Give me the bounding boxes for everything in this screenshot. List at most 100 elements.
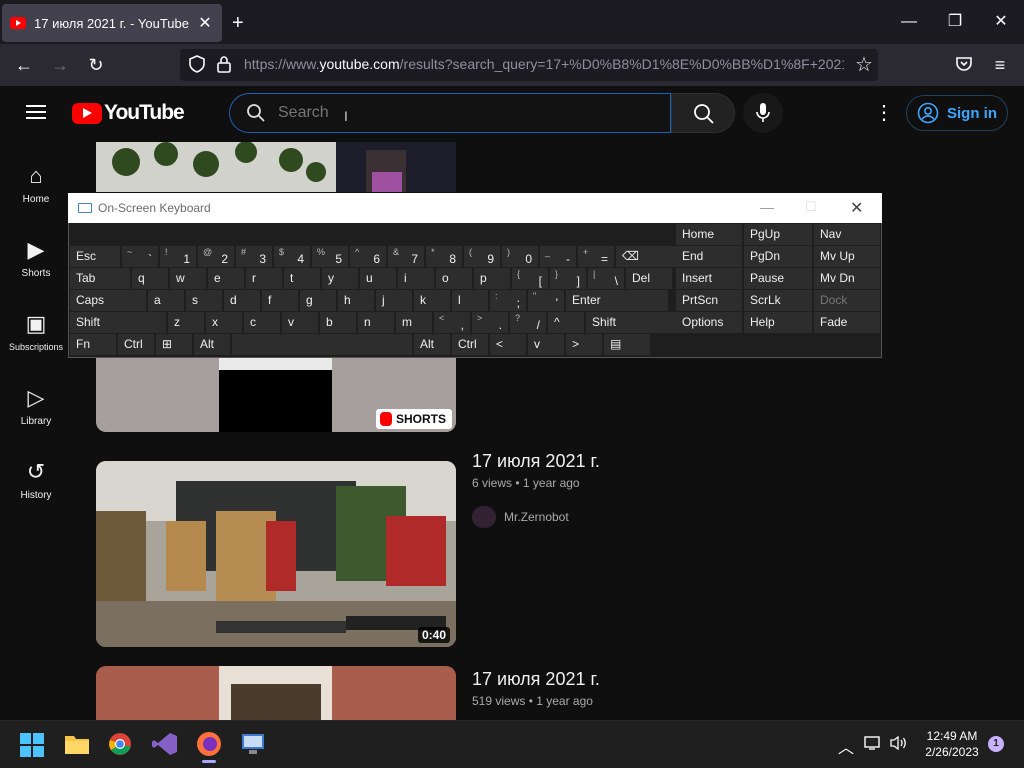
video-thumbnail-top[interactable]: [96, 142, 456, 192]
key-z[interactable]: z: [168, 312, 204, 333]
restore-button[interactable]: ❐: [932, 8, 978, 36]
osk-close-button[interactable]: ✕: [850, 198, 863, 218]
new-tab-button[interactable]: +: [232, 12, 244, 35]
key-m[interactable]: m: [396, 312, 432, 333]
key-y[interactable]: y: [322, 268, 358, 289]
key-j[interactable]: j: [376, 290, 412, 311]
channel-name[interactable]: Mr.Zernobot: [504, 510, 569, 524]
osk-title-bar[interactable]: On-Screen Keyboard — ☐ ✕: [68, 193, 882, 223]
osk-minimize-button[interactable]: —: [760, 199, 774, 215]
key-r[interactable]: r: [246, 268, 282, 289]
sidebar-item-library[interactable]: ▷ Library: [0, 384, 72, 427]
back-icon[interactable]: ←: [10, 52, 38, 78]
reload-icon[interactable]: ↻: [82, 52, 110, 78]
key-enter[interactable]: Enter: [566, 290, 668, 311]
key-pgdn[interactable]: PgDn: [744, 246, 812, 267]
key-sym1[interactable]: ~ `: [122, 246, 158, 267]
key-p[interactable]: p: [474, 268, 510, 289]
key-k[interactable]: k: [414, 290, 450, 311]
bookmark-star-icon[interactable]: ☆: [850, 52, 878, 78]
key-ctrl[interactable]: Ctrl: [452, 334, 488, 355]
key-o[interactable]: o: [436, 268, 472, 289]
video-title-2[interactable]: 17 июля 2021 г.: [472, 669, 600, 690]
key-sym12[interactable]: }]: [550, 268, 586, 289]
key-3[interactable]: #3: [236, 246, 272, 267]
key-i[interactable]: i: [398, 268, 434, 289]
key-q[interactable]: q: [132, 268, 168, 289]
shield-icon[interactable]: [188, 54, 206, 74]
key-9[interactable]: (9: [464, 246, 500, 267]
key-space[interactable]: [232, 334, 412, 355]
key-u[interactable]: u: [360, 268, 396, 289]
key-d[interactable]: d: [224, 290, 260, 311]
key-2[interactable]: @2: [198, 246, 234, 267]
close-window-button[interactable]: ✕: [978, 8, 1024, 36]
key-w[interactable]: w: [170, 268, 206, 289]
key-pause[interactable]: Pause: [744, 268, 812, 289]
key-sym8[interactable]: <,: [434, 312, 470, 333]
key-b[interactable]: b: [320, 312, 356, 333]
lock-icon[interactable]: [216, 55, 232, 73]
sidebar-item-shorts[interactable]: ▶ Shorts: [0, 236, 72, 279]
remote-desktop-icon[interactable]: [240, 731, 266, 757]
key-mvdn[interactable]: Mv Dn: [814, 268, 880, 289]
video-thumbnail[interactable]: [96, 461, 456, 647]
key-e[interactable]: e: [208, 268, 244, 289]
chevron-up-icon[interactable]: ︿: [838, 734, 854, 758]
key-4[interactable]: $4: [274, 246, 310, 267]
key-fn[interactable]: Fn: [70, 334, 116, 355]
key-esc[interactable]: Esc: [70, 246, 120, 267]
osk-maximize-button[interactable]: ☐: [805, 199, 817, 215]
hamburger-menu-icon[interactable]: [26, 104, 46, 120]
key-tab[interactable]: Tab: [70, 268, 130, 289]
browser-tab[interactable]: 17 июля 2021 г. - YouTube ✕: [2, 4, 222, 42]
volume-icon[interactable]: [889, 735, 909, 751]
key-scrlk[interactable]: ScrLk: [744, 290, 812, 311]
youtube-logo[interactable]: YouTube: [72, 101, 185, 125]
key-s[interactable]: s: [186, 290, 222, 311]
minimize-button[interactable]: —: [886, 8, 932, 36]
key-del[interactable]: Del: [626, 268, 672, 289]
visual-studio-icon[interactable]: [152, 732, 178, 756]
key-insert[interactable]: Insert: [676, 268, 742, 289]
search-button[interactable]: [671, 93, 735, 133]
voice-search-button[interactable]: [743, 93, 783, 133]
file-explorer-icon[interactable]: [64, 733, 90, 755]
key-home[interactable]: Home: [676, 224, 742, 245]
key-sym10[interactable]: :;: [490, 290, 526, 311]
key-nav[interactable]: Nav: [814, 224, 880, 245]
key-sym10[interactable]: ? /: [510, 312, 546, 333]
pocket-icon[interactable]: [955, 56, 973, 72]
key-6[interactable]: ^ 6: [350, 246, 386, 267]
key-t[interactable]: t: [284, 268, 320, 289]
key-alt[interactable]: Alt: [414, 334, 450, 355]
key-sym13[interactable]: | \: [588, 268, 624, 289]
key-1[interactable]: ! 1: [160, 246, 196, 267]
key-options[interactable]: Options: [676, 312, 742, 333]
more-options-icon[interactable]: ⋮: [874, 103, 894, 123]
forward-icon[interactable]: →: [46, 52, 74, 78]
key-h[interactable]: h: [338, 290, 374, 311]
key-pgup[interactable]: PgUp: [744, 224, 812, 245]
network-icon[interactable]: [864, 735, 882, 751]
key-sym7[interactable]: <: [490, 334, 526, 355]
channel-avatar[interactable]: [472, 506, 496, 528]
sidebar-item-home[interactable]: ⌂ Home: [0, 162, 72, 205]
start-icon[interactable]: [20, 733, 44, 757]
key-sym14[interactable]: ⌫: [616, 246, 682, 267]
key-n[interactable]: n: [358, 312, 394, 333]
key-c[interactable]: c: [244, 312, 280, 333]
key-alt[interactable]: Alt: [194, 334, 230, 355]
key-mvup[interactable]: Mv Up: [814, 246, 880, 267]
key-sym11[interactable]: " ': [528, 290, 564, 311]
key-sym11[interactable]: {[: [512, 268, 548, 289]
key-sym13[interactable]: + =: [578, 246, 614, 267]
menu-icon[interactable]: ≡: [986, 52, 1014, 78]
key-v[interactable]: v: [528, 334, 564, 355]
close-tab-icon[interactable]: ✕: [196, 13, 214, 33]
key-0[interactable]: ) 0: [502, 246, 538, 267]
key-a[interactable]: a: [148, 290, 184, 311]
key-x[interactable]: x: [206, 312, 242, 333]
key-7[interactable]: & 7: [388, 246, 424, 267]
key-sym11[interactable]: ^: [548, 312, 584, 333]
